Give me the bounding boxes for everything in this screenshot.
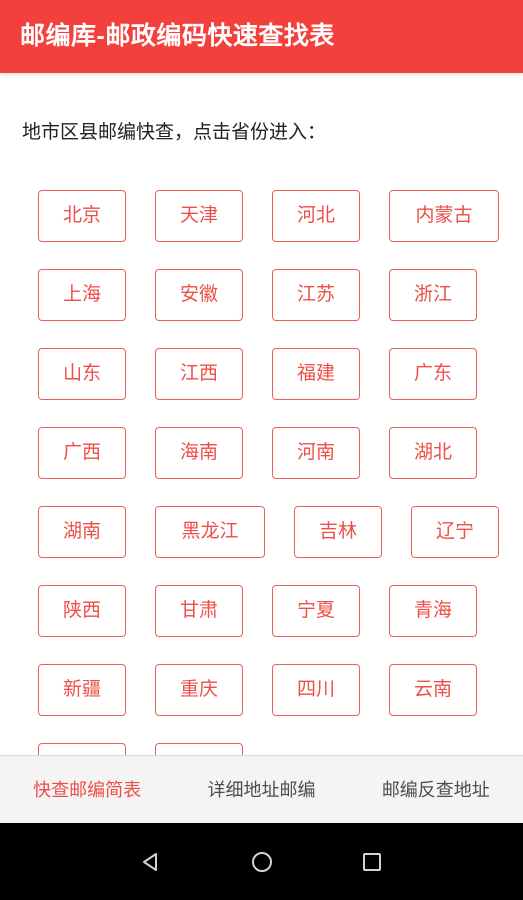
province-button[interactable]: 湖北 bbox=[389, 427, 477, 479]
page-title: 邮编库-邮政编码快速查找表 bbox=[20, 22, 335, 50]
tab-item-2[interactable]: 邮编反查地址 bbox=[349, 781, 523, 799]
province-button[interactable]: 北京 bbox=[38, 190, 126, 242]
province-button[interactable]: 吉林 bbox=[294, 506, 382, 558]
nav-home-button[interactable] bbox=[207, 823, 317, 900]
nav-recents-button[interactable] bbox=[317, 823, 427, 900]
province-button[interactable]: 甘肃 bbox=[155, 585, 243, 637]
bottom-tab-bar: 快查邮编简表 详细地址邮编 邮编反查地址 bbox=[0, 755, 523, 823]
province-button[interactable]: 青海 bbox=[389, 585, 477, 637]
province-button[interactable]: 湖南 bbox=[38, 506, 126, 558]
province-button[interactable]: 山东 bbox=[38, 348, 126, 400]
province-button[interactable]: 西藏 bbox=[155, 743, 243, 755]
province-button[interactable]: 上海 bbox=[38, 269, 126, 321]
province-button[interactable]: 江苏 bbox=[272, 269, 360, 321]
province-button[interactable]: 河南 bbox=[272, 427, 360, 479]
province-button[interactable]: 安徽 bbox=[155, 269, 243, 321]
instruction-text: 地市区县邮编快查，点击省份进入： bbox=[22, 122, 327, 143]
recents-square-icon bbox=[359, 849, 385, 875]
nav-back-button[interactable] bbox=[97, 823, 207, 900]
home-circle-icon bbox=[249, 849, 275, 875]
province-button[interactable]: 新疆 bbox=[38, 664, 126, 716]
province-button[interactable]: 陕西 bbox=[38, 585, 126, 637]
province-button[interactable]: 福建 bbox=[272, 348, 360, 400]
province-button[interactable]: 广西 bbox=[38, 427, 126, 479]
main-content: 地市区县邮编快查，点击省份进入： 北京 天津 河北 内蒙古上海 安徽 江苏 浙江山东 江西 福建… bbox=[0, 73, 523, 755]
province-button[interactable]: 宁夏 bbox=[272, 585, 360, 637]
province-button[interactable]: 天津 bbox=[155, 190, 243, 242]
province-button[interactable]: 四川 bbox=[272, 664, 360, 716]
province-button[interactable]: 贵州 bbox=[38, 743, 126, 755]
app-header: 邮编库-邮政编码快速查找表 bbox=[0, 0, 523, 73]
province-button[interactable]: 河北 bbox=[272, 190, 360, 242]
province-button[interactable]: 海南 bbox=[155, 427, 243, 479]
province-button[interactable]: 内蒙古 bbox=[389, 190, 499, 242]
province-button[interactable]: 广东 bbox=[389, 348, 477, 400]
province-button[interactable]: 江西 bbox=[155, 348, 243, 400]
back-triangle-icon bbox=[139, 849, 165, 875]
province-button[interactable]: 黑龙江 bbox=[155, 506, 265, 558]
app-screen: 邮编库-邮政编码快速查找表 地市区县邮编快查，点击省份进入： 北京 天津 河北 内蒙古… bbox=[0, 0, 523, 900]
android-nav-bar bbox=[0, 823, 523, 900]
province-button[interactable]: 重庆 bbox=[155, 664, 243, 716]
province-button[interactable]: 浙江 bbox=[389, 269, 477, 321]
tab-item-1[interactable]: 详细地址邮编 bbox=[174, 781, 348, 799]
tab-item-0[interactable]: 快查邮编简表 bbox=[0, 781, 174, 799]
province-grid: 北京 天津 河北 内蒙古上海 安徽 江苏 浙江山东 江西 福建 广东广西 海南 河南 湖北湖南 黑龙江 吉林… bbox=[38, 190, 508, 755]
province-button[interactable]: 辽宁 bbox=[411, 506, 499, 558]
province-button[interactable]: 云南 bbox=[389, 664, 477, 716]
